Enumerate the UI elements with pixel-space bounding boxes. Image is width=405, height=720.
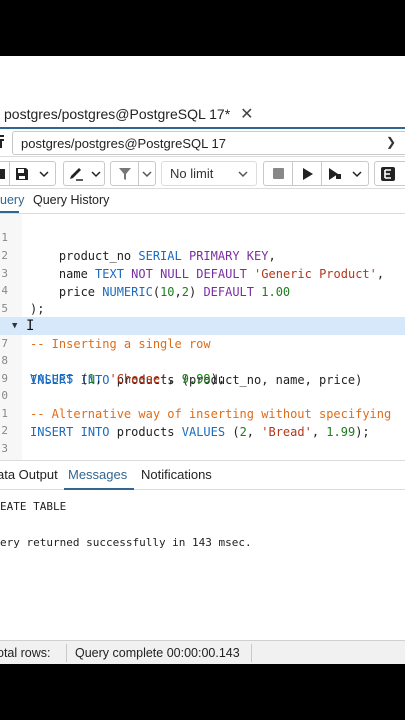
code-line: 3 SELECT * FROM products; (0, 422, 405, 455)
tab-messages[interactable]: Messages (68, 467, 127, 482)
filter-button-group (110, 161, 156, 186)
close-icon[interactable]: ✕ (240, 104, 253, 124)
message-line: EATE TABLE (0, 500, 67, 513)
output-tabs: ata Output Messages Notifications (0, 460, 405, 490)
link-icon (0, 134, 8, 150)
active-tab-indicator (0, 211, 19, 213)
save-icon (16, 167, 28, 180)
code-line: 4 ); (0, 264, 405, 316)
sql-editor[interactable]: 1 product_no SERIAL PRIMARY KEY, 2 name … (0, 214, 405, 460)
editor-tabs: uery Query History (0, 189, 405, 214)
code-line: 9 (0, 352, 405, 385)
chevron-down-icon (238, 171, 248, 178)
connection-select[interactable]: postgres/postgres@PostgreSQL 17 ❯ (12, 131, 405, 155)
divider (251, 644, 252, 662)
pen-icon (70, 167, 83, 181)
query-tab-bar: postgres/postgres@PostgreSQL 17* ✕ (0, 101, 405, 129)
code-line-active: 7 ▼ INSERT INTO products (product_no, na… (0, 317, 405, 387)
tab-data-output[interactable]: ata Output (0, 467, 58, 482)
connection-bar: postgres/postgres@PostgreSQL 17 ❯ (0, 129, 405, 157)
chevron-down-icon[interactable]: ▼ (12, 317, 17, 335)
pgadmin-query-tool: postgres/postgres@PostgreSQL 17* ✕ postg… (0, 56, 405, 664)
code-line: 0 -- Alternative way of inserting withou… (0, 369, 405, 421)
query-toolbar: No limit (0, 157, 405, 189)
edit-button-group (63, 161, 105, 186)
filter-icon (118, 167, 131, 180)
tab-query-history[interactable]: Query History (33, 193, 109, 207)
query-tab[interactable]: postgres/postgres@PostgreSQL 17* ✕ (0, 101, 258, 127)
connection-value: postgres/postgres@PostgreSQL 17 (21, 135, 226, 151)
limit-select[interactable]: No limit (161, 161, 257, 186)
messages-panel: EATE TABLE ery returned successfully in … (0, 490, 405, 636)
execute-dropdown-button[interactable] (348, 162, 366, 185)
file-button-group (0, 161, 56, 186)
code-line: 2 name TEXT NOT NULL DEFAULT 'Generic Pr… (0, 229, 405, 281)
code-line: 5 (0, 282, 405, 315)
code-line: 1 product_no SERIAL PRIMARY KEY, (0, 214, 405, 263)
code-line: 3 price NUMERIC(10,2) DEFAULT 1.00 (0, 247, 405, 299)
line-number: 3 (1, 442, 8, 455)
code-line: 8 VALUES (1, 'Cheese', 9.99); (0, 334, 405, 386)
execute-icon (381, 166, 395, 181)
open-file-button[interactable] (0, 162, 9, 185)
stop-button[interactable] (264, 162, 292, 185)
text-cursor-icon: I (26, 318, 35, 334)
chevron-down-icon: ❯ (385, 135, 396, 149)
save-button[interactable] (10, 162, 34, 185)
status-bar: otal rows: Query complete 00:00:00.143 (0, 640, 405, 664)
stop-icon (272, 168, 284, 179)
filter-button[interactable] (111, 162, 138, 185)
save-dropdown-button[interactable] (34, 162, 54, 185)
pen-button[interactable] (64, 162, 88, 185)
execute-button-group (263, 161, 369, 186)
limit-value: No limit (170, 166, 214, 181)
explain-icon (329, 167, 341, 180)
pen-dropdown-button[interactable] (88, 162, 104, 185)
query-complete-status: Query complete 00:00:00.143 (75, 646, 240, 660)
macro-button[interactable] (375, 162, 401, 185)
tab-notifications[interactable]: Notifications (141, 467, 212, 482)
code-line: 2 (0, 404, 405, 437)
filter-dropdown-button[interactable] (139, 162, 155, 185)
top-blank-area (0, 56, 405, 101)
code-line: 1 INSERT INTO products VALUES (2, 'Bread… (0, 387, 405, 439)
execute-button[interactable] (293, 162, 321, 185)
explain-button[interactable] (322, 162, 348, 185)
code-line: 6 -- Inserting a single row (0, 299, 405, 351)
divider (66, 644, 67, 662)
play-icon (302, 167, 313, 180)
macros-button-group (374, 161, 405, 186)
total-rows-label: otal rows: (0, 646, 51, 660)
query-tab-title: postgres/postgres@PostgreSQL 17* (4, 106, 231, 122)
message-line: ery returned successfully in 143 msec. (0, 536, 252, 549)
tab-query[interactable]: uery (0, 193, 24, 207)
